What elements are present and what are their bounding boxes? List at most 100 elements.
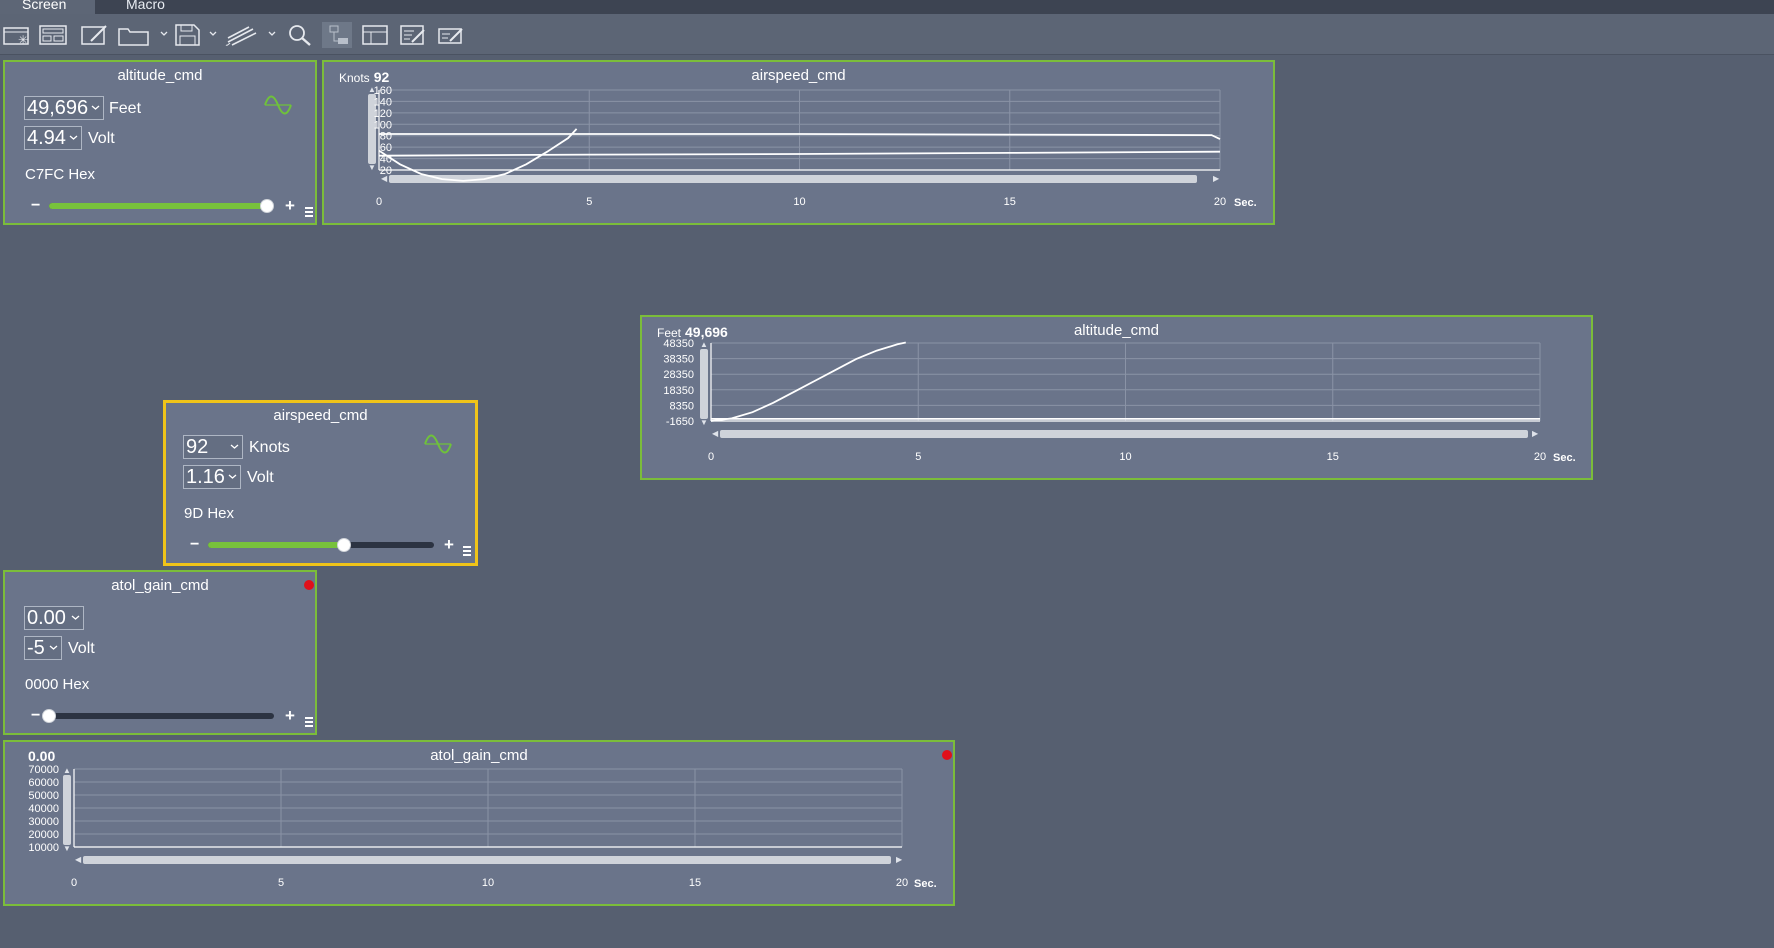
sine-wave-icon[interactable] xyxy=(263,92,293,118)
control-panel-altitude[interactable]: altitude_cmd 49,696 Feet 4.94 Volt C7FC … xyxy=(3,60,317,225)
new-screen-button[interactable]: ✳ xyxy=(2,22,32,48)
alert-indicator xyxy=(304,580,314,590)
value-dropdown[interactable]: 92 xyxy=(183,435,243,459)
unit-label: Knots xyxy=(249,439,290,456)
plugin-icon xyxy=(225,26,257,46)
value-slider[interactable]: − + xyxy=(31,197,299,214)
menu-icon[interactable] xyxy=(305,717,313,727)
volt-dropdown[interactable]: 4.94 xyxy=(24,126,82,150)
tab-screen[interactable]: Screen xyxy=(0,0,95,14)
panel-title: atol_gain_cmd xyxy=(111,577,209,594)
edit-list-button[interactable] xyxy=(398,22,428,48)
control-panel-airspeed[interactable]: airspeed_cmd 92 Knots 1.16 Volt 9D Hex −… xyxy=(163,400,478,566)
atol-chart: 70000600005000040000300002000010000 0 5 10 1… xyxy=(28,764,908,889)
y-tick-label: 10000 xyxy=(28,842,59,854)
edit-list-icon xyxy=(400,25,425,45)
volt-text: -5 xyxy=(27,636,45,659)
volt-unit-label: Volt xyxy=(68,640,95,657)
x-tick-label: 5 xyxy=(915,451,921,463)
y-tick-label: 30000 xyxy=(28,816,59,828)
menu-icon[interactable] xyxy=(463,546,471,556)
value-text: 92 xyxy=(186,435,209,458)
x-tick-label: 20 xyxy=(1214,196,1226,208)
chevron-down-icon[interactable] xyxy=(160,30,168,38)
chart-panel-altitude[interactable]: Feet 49,696 altitude_cmd ▲ ▼ ◀ ▶ 48350 383… xyxy=(640,315,1593,480)
chevron-down-icon xyxy=(91,105,100,110)
y-tick-label: 38350 xyxy=(663,354,694,366)
chevron-down-icon[interactable] xyxy=(209,30,217,38)
edit-button[interactable] xyxy=(80,22,110,48)
y-tick-label: 100 xyxy=(374,119,392,131)
increment-button[interactable]: + xyxy=(285,707,295,724)
y-tick-label: -1650 xyxy=(666,416,694,428)
slider-knob[interactable] xyxy=(260,199,275,213)
value-slider[interactable]: − + xyxy=(31,707,299,724)
y-tick-label: 160 xyxy=(374,85,392,97)
x-tick-label: 5 xyxy=(278,877,284,889)
y-tick-label: 80 xyxy=(380,131,392,143)
edit-icon xyxy=(81,25,107,45)
hex-value: 9D Hex xyxy=(184,505,235,522)
chart-panel-atol[interactable]: 0.00 atol_gain_cmd ▲ ▼ ◀ ▶ 70000 60000 500… xyxy=(3,740,955,906)
edit-form-icon xyxy=(438,28,463,44)
increment-button[interactable]: + xyxy=(285,197,295,214)
panel-title: airspeed_cmd xyxy=(273,407,368,424)
value-slider[interactable]: − + xyxy=(190,536,458,553)
search-icon xyxy=(289,25,311,46)
slider-knob[interactable] xyxy=(336,538,351,552)
sine-wave-icon[interactable] xyxy=(423,431,453,457)
y-tick-label: 70000 xyxy=(28,764,59,776)
layout-button[interactable] xyxy=(38,22,68,48)
hex-value: C7FC Hex xyxy=(25,166,96,183)
save-button[interactable] xyxy=(174,22,202,48)
search-button[interactable] xyxy=(286,22,314,48)
tab-macro[interactable]: Macro xyxy=(104,0,194,14)
volt-dropdown[interactable]: -5 xyxy=(24,636,62,660)
x-tick-label: 0 xyxy=(376,196,382,208)
table-button[interactable] xyxy=(360,22,390,48)
new-screen-icon: ✳ xyxy=(3,27,29,46)
x-tick-label: 15 xyxy=(1004,196,1016,208)
value-dropdown[interactable]: 49,696 xyxy=(24,96,104,120)
slider-track[interactable] xyxy=(42,709,274,723)
y-tick-label: 140 xyxy=(374,96,392,108)
chart-panel-airspeed[interactable]: Knots 92 airspeed_cmd ▲ ▼ ◀ ▶ 160 140 120 10… xyxy=(322,60,1275,225)
slider-knob[interactable] xyxy=(42,709,56,723)
volt-unit-label: Volt xyxy=(247,469,274,486)
chevron-down-icon xyxy=(71,615,80,620)
y-tick-label: 60000 xyxy=(28,777,59,789)
x-axis-label: Sec. xyxy=(914,878,937,890)
increment-button[interactable]: + xyxy=(444,536,454,553)
save-icon xyxy=(175,24,200,46)
x-tick-label: 0 xyxy=(708,451,714,463)
slider-track[interactable] xyxy=(208,538,434,552)
x-tick-label: 20 xyxy=(896,877,908,889)
open-folder-icon xyxy=(118,28,149,46)
route-button[interactable] xyxy=(322,22,352,48)
slider-fill xyxy=(208,542,344,548)
volt-dropdown[interactable]: 1.16 xyxy=(183,465,241,489)
tab-strip: Screen Macro xyxy=(0,0,1774,14)
edit-form-button[interactable] xyxy=(436,22,466,48)
x-tick-label: 15 xyxy=(689,877,701,889)
open-button[interactable] xyxy=(118,22,150,48)
decrement-button[interactable]: − xyxy=(31,198,40,214)
value-dropdown[interactable]: 0.00 xyxy=(24,606,84,630)
y-tick-label: 40000 xyxy=(28,803,59,815)
y-tick-label: 120 xyxy=(374,108,392,120)
menu-icon[interactable] xyxy=(305,207,313,217)
slider-track[interactable] xyxy=(49,199,275,213)
toolbar: ✳ xyxy=(0,14,1774,55)
chevron-down-icon[interactable] xyxy=(268,30,276,38)
x-tick-label: 10 xyxy=(793,196,805,208)
airspeed-chart: 160140120100806040200 5 10 15 20 xyxy=(374,85,1226,208)
control-panel-atol[interactable]: atol_gain_cmd 0.00 -5 Volt 0000 Hex − + xyxy=(3,570,317,735)
y-tick-label: 50000 xyxy=(28,790,59,802)
x-axis-label: Sec. xyxy=(1553,452,1576,464)
decrement-button[interactable]: − xyxy=(190,537,199,553)
y-tick-label: 28350 xyxy=(663,369,694,381)
decrement-button[interactable]: − xyxy=(31,708,40,724)
plugin-button[interactable] xyxy=(225,22,259,48)
y-tick-label: 20 xyxy=(380,165,392,177)
chevron-down-icon xyxy=(69,135,78,140)
